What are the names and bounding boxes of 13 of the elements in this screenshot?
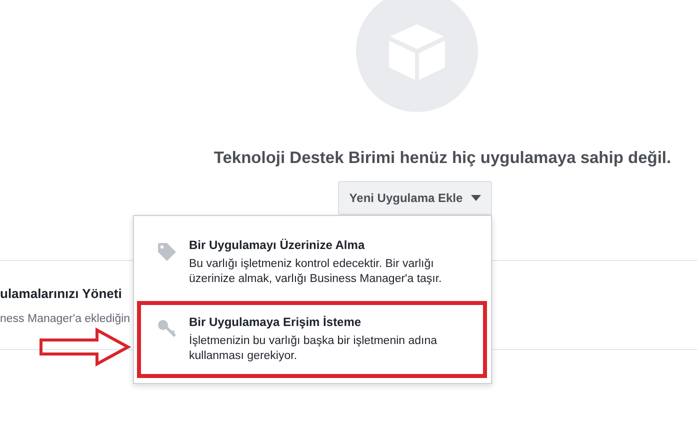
empty-state-heading: Teknoloji Destek Birimi henüz hiç uygulamaya sahip değil. xyxy=(212,149,672,168)
menu-item-title: Bir Uygulamayı Üzerinize Alma xyxy=(189,238,366,252)
menu-item-description: Bu varlığı işletmeniz kontrol edecektir. Bir varlığı üzerinize almak, varlığı Business Manager'a taşır. xyxy=(189,257,443,287)
menu-item-title: Bir Uygulamaya Erişim İsteme xyxy=(189,315,362,329)
menu-item[interactable]: Bir Uygulamayı Üzerinize Alma Bu varlığı işletmeniz kontrol edecektir. Bir varlığı üzerinize almak, varlığı Business Manager'a taşır. xyxy=(137,224,487,301)
section-subtitle: ness Manager'a eklediğin xyxy=(0,313,130,325)
add-app-dropdown-button[interactable]: Yeni Uygulama Ekle xyxy=(338,181,492,215)
menu-item-description: İşletmenizin bu varlığı başka bir işletmenin adına kullanması gerekiyor. xyxy=(189,334,438,364)
caret-icon xyxy=(470,195,481,201)
section-title: ulamalarınızı Yöneti xyxy=(0,286,122,301)
menu-item[interactable]: Bir Uygulamaya Erişim İsteme İşletmenizin bu varlığı başka bir işletmenin adına kullanması gerekiyor. xyxy=(137,301,487,378)
tag-icon xyxy=(157,242,177,262)
key-icon xyxy=(157,319,177,339)
